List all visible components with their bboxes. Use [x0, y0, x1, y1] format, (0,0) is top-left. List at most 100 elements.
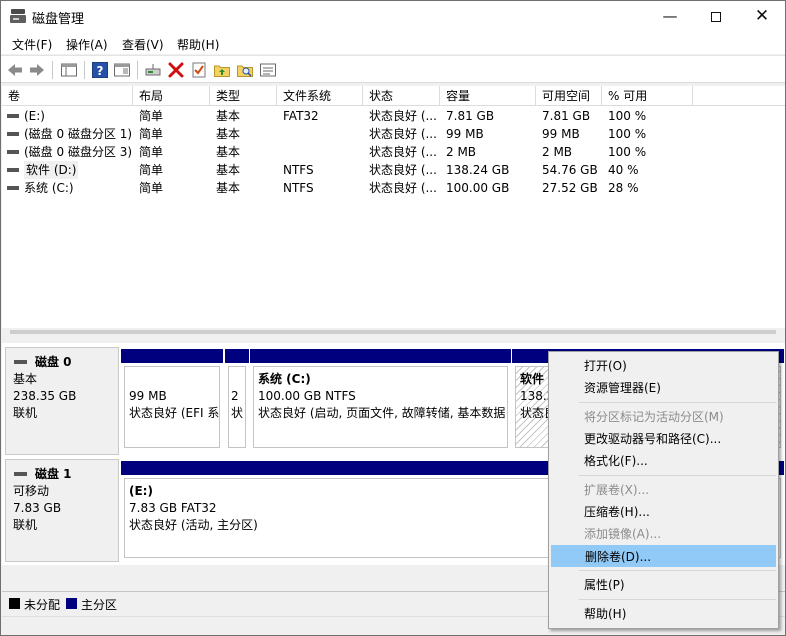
disk-type: 基本 [13, 372, 38, 386]
volume-icon [7, 132, 19, 136]
partition-system-c[interactable]: 系统 (C:) 100.00 GB NTFS 状态良好 (启动, 页面文件, 故… [250, 349, 511, 451]
cell-free-space: 2 MB [542, 145, 573, 159]
menu-item-change-drive-letter[interactable]: 更改驱动器号和路径(C)... [551, 428, 776, 450]
menu-item-open[interactable]: 打开(O) [551, 355, 776, 377]
partition-efi[interactable]: 99 MB 状态良好 (EFI 系 [121, 349, 223, 451]
console-tree-icon[interactable] [60, 61, 78, 79]
disk-0-label[interactable]: 磁盘 0 基本 238.35 GB 联机 [5, 347, 119, 455]
column-header-capacity[interactable]: 容量 [440, 86, 536, 106]
partition-reserved[interactable]: 2 状 [225, 349, 249, 451]
cell-type: 基本 [216, 181, 241, 195]
search-folder-icon[interactable] [236, 61, 254, 79]
maximize-button[interactable] [693, 1, 739, 32]
column-header-layout[interactable]: 布局 [133, 86, 210, 106]
menu-item-add-mirror[interactable]: 添加镜像(A)... [551, 523, 776, 545]
cell-layout: 简单 [139, 163, 164, 177]
properties-check-icon[interactable] [190, 61, 208, 79]
disk-management-window: 磁盘管理 — ✕ 文件(F) 操作(A) 查看(V) 帮助(H) ? 卷 布局 … [0, 0, 786, 636]
column-header-free-space[interactable]: 可用空间 [536, 86, 602, 106]
cell-type: 基本 [216, 145, 241, 159]
table-row[interactable]: (磁盘 0 磁盘分区 1) 简单 基本 状态良好 (... 99 MB 99 M… [2, 125, 785, 143]
column-header-percent-free[interactable]: % 可用 [602, 86, 693, 106]
cell-status: 状态良好 (... [369, 181, 437, 195]
title-bar: 磁盘管理 — ✕ [1, 1, 785, 32]
close-button[interactable]: ✕ [739, 1, 785, 32]
disk-list-icon[interactable] [259, 61, 277, 79]
cell-free-space: 99 MB [542, 127, 580, 141]
action-pane-icon[interactable] [113, 61, 131, 79]
legend-label-primary: 主分区 [81, 598, 118, 612]
table-row[interactable]: 软件 (D:) 简单 基本 NTFS 状态良好 (... 138.24 GB 5… [2, 161, 785, 179]
menu-item-format[interactable]: 格式化(F)... [551, 450, 776, 472]
cell-layout: 简单 [139, 181, 164, 195]
help-icon[interactable]: ? [91, 61, 109, 79]
column-header-status[interactable]: 状态 [363, 86, 440, 106]
partition-bar [225, 349, 249, 363]
cell-filesystem: NTFS [283, 181, 314, 195]
table-row[interactable]: 系统 (C:) 简单 基本 NTFS 状态良好 (... 100.00 GB 2… [2, 179, 785, 197]
menu-help[interactable]: 帮助(H) [177, 36, 219, 53]
partition-body: 99 MB 状态良好 (EFI 系 [124, 366, 220, 448]
volume-list-header: 卷 布局 类型 文件系统 状态 容量 可用空间 % 可用 [2, 86, 785, 106]
menu-item-explorer[interactable]: 资源管理器(E) [551, 377, 776, 399]
maximize-icon [711, 11, 721, 22]
cell-type: 基本 [216, 127, 241, 141]
cell-capacity: 100.00 GB [446, 181, 510, 195]
disk-1-label[interactable]: 磁盘 1 可移动 7.83 GB 联机 [5, 459, 119, 562]
legend-label-unallocated: 未分配 [24, 598, 61, 612]
menu-item-help[interactable]: 帮助(H) [551, 603, 776, 625]
table-row[interactable]: (E:) 简单 基本 FAT32 状态良好 (... 7.81 GB 7.81 … [2, 107, 785, 125]
volume-icon [7, 114, 19, 118]
cell-free-space: 27.52 GB [542, 181, 598, 195]
cell-volume: (E:) [24, 109, 45, 123]
menu-separator [579, 599, 776, 600]
minimize-button[interactable]: — [647, 1, 693, 32]
disk-name: 磁盘 1 [13, 466, 118, 483]
menu-item-delete-volume[interactable]: 删除卷(D)... [551, 545, 776, 567]
toolbar-separator [52, 61, 53, 79]
back-arrow-icon[interactable] [6, 61, 24, 79]
table-row[interactable]: (磁盘 0 磁盘分区 3) 简单 基本 状态良好 (... 2 MB 2 MB … [2, 143, 785, 161]
partition-bar [121, 349, 223, 363]
open-folder-up-icon[interactable] [213, 61, 231, 79]
cell-capacity: 138.24 GB [446, 163, 510, 177]
toolbar-separator [137, 61, 138, 79]
cell-layout: 简单 [139, 145, 164, 159]
disk-type: 可移动 [13, 484, 50, 498]
scrollbar-thumb[interactable] [10, 330, 776, 334]
cell-status: 状态良好 (... [369, 127, 437, 141]
cell-free-space: 54.76 GB [542, 163, 598, 177]
volume-icon [7, 150, 19, 154]
partition-status: 状 [231, 406, 244, 420]
minimize-icon: — [662, 7, 678, 25]
partition-title: 系统 (C:) [258, 372, 311, 386]
delete-x-icon[interactable] [167, 61, 185, 79]
menu-separator [579, 570, 776, 571]
disk-status: 联机 [13, 518, 38, 532]
unallocated-swatch [9, 598, 20, 609]
cell-percent-free: 100 % [608, 145, 647, 159]
menu-item-extend-volume[interactable]: 扩展卷(X)... [551, 479, 776, 501]
menu-action[interactable]: 操作(A) [66, 36, 108, 53]
menu-file[interactable]: 文件(F) [12, 36, 52, 53]
forward-arrow-icon[interactable] [28, 61, 46, 79]
context-menu: 打开(O) 资源管理器(E) 将分区标记为活动分区(M) 更改驱动器号和路径(C… [548, 351, 779, 629]
partition-size: 100.00 GB NTFS [258, 389, 356, 403]
menu-view[interactable]: 查看(V) [122, 36, 164, 53]
partition-size: 99 MB [129, 389, 167, 403]
cell-type: 基本 [216, 109, 241, 123]
connect-drive-icon[interactable] [144, 61, 162, 79]
menu-item-shrink-volume[interactable]: 压缩卷(H)... [551, 501, 776, 523]
partition-bar [250, 349, 511, 363]
volume-list: 卷 布局 类型 文件系统 状态 容量 可用空间 % 可用 (E:) 简单 基本 … [2, 86, 785, 336]
cell-percent-free: 40 % [608, 163, 639, 177]
horizontal-scrollbar[interactable] [2, 328, 785, 336]
menu-item-properties[interactable]: 属性(P) [551, 574, 776, 596]
column-header-type[interactable]: 类型 [210, 86, 277, 106]
menu-item-mark-active[interactable]: 将分区标记为活动分区(M) [551, 406, 776, 428]
disk-size: 7.83 GB [13, 501, 62, 515]
column-header-volume[interactable]: 卷 [2, 86, 133, 106]
column-header-filesystem[interactable]: 文件系统 [277, 86, 363, 106]
cell-volume: (磁盘 0 磁盘分区 3) [24, 145, 133, 159]
partition-body: 系统 (C:) 100.00 GB NTFS 状态良好 (启动, 页面文件, 故… [253, 366, 508, 448]
